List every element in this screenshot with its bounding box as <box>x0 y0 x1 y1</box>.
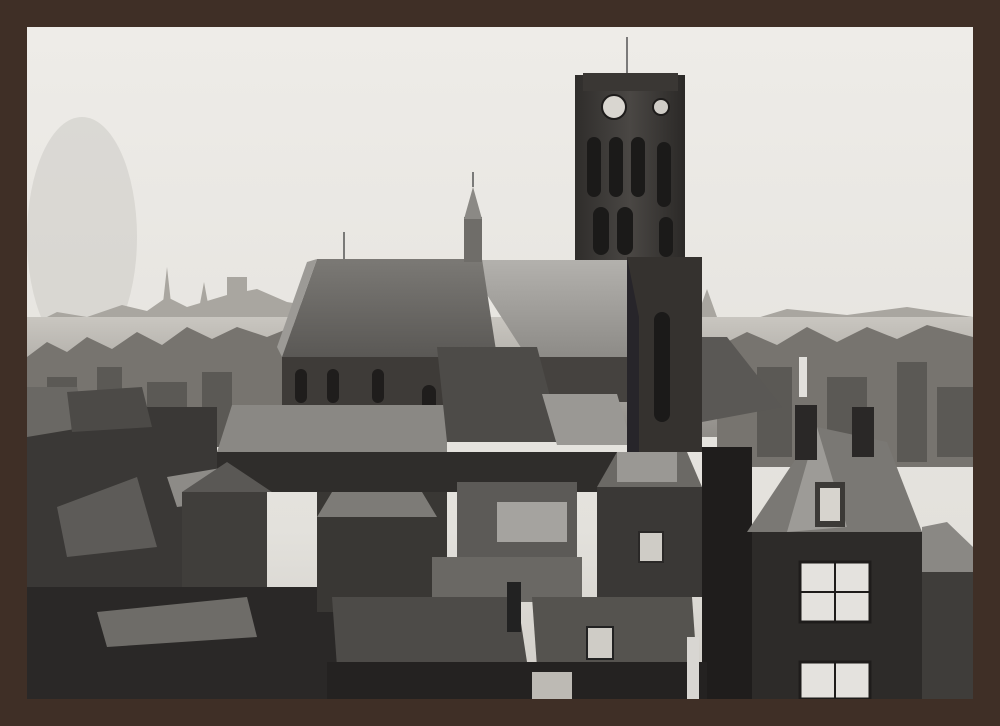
photo <box>27 27 973 699</box>
tower-top <box>583 73 678 91</box>
roof-bottom-left <box>332 597 527 667</box>
clock-face-left <box>601 94 627 120</box>
roof-bottom-mid <box>532 597 697 667</box>
city-panorama-illustration <box>27 27 973 699</box>
window <box>638 531 664 563</box>
transept-roof <box>282 259 497 357</box>
aisle-roof-right <box>542 394 632 445</box>
aisle-roof-left <box>217 405 447 457</box>
clock-face-right <box>652 98 670 116</box>
spire-base <box>464 217 482 262</box>
dormer-window <box>820 488 840 521</box>
